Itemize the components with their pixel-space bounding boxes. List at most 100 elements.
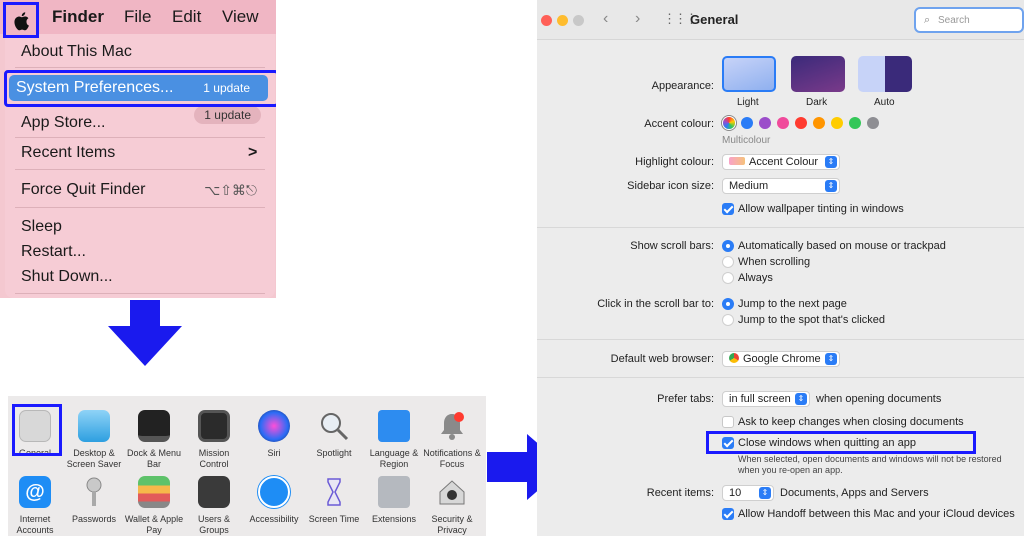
apple-menu-button[interactable]	[3, 2, 39, 38]
minimize-window-button[interactable]	[557, 15, 568, 26]
tabs-suffix: when opening documents	[816, 393, 942, 405]
pref-internet-accounts[interactable]: @ Internet Accounts	[5, 476, 65, 536]
search-field[interactable]: ⌕ Search	[914, 7, 1024, 33]
key-icon	[86, 477, 102, 506]
restart[interactable]: Restart...	[21, 243, 86, 261]
handoff-checkbox[interactable]	[722, 508, 734, 520]
pref-notifications[interactable]: Notifications & Focus	[422, 410, 482, 470]
handoff-label: Allow Handoff between this Mac and your …	[738, 508, 1015, 520]
accent-color-swatch[interactable]	[813, 117, 825, 129]
appearance-auto-label: Auto	[874, 97, 895, 108]
close-window-button[interactable]	[541, 15, 552, 26]
pref-security-privacy[interactable]: Security & Privacy	[422, 476, 482, 536]
highlight-popup[interactable]: Accent Colour ⇕	[722, 154, 840, 170]
wallpaper-tint-checkbox[interactable]	[722, 203, 734, 215]
pref-label: Mission Control	[198, 448, 230, 469]
click-next-page-label: Jump to the next page	[738, 298, 847, 310]
click-spot-radio[interactable]	[722, 314, 734, 326]
accent-multicolour-swatch[interactable]	[723, 117, 735, 129]
pref-wallet[interactable]: Wallet & Apple Pay	[124, 476, 184, 536]
menu-finder[interactable]: Finder	[52, 7, 104, 27]
prefer-tabs-value: in full screen	[729, 393, 791, 405]
spotlight-icon	[321, 413, 349, 441]
tabs-label: Prefer tabs:	[657, 393, 714, 405]
recent-items[interactable]: Recent Items	[21, 144, 115, 162]
pref-accessibility[interactable]: Accessibility	[244, 476, 304, 525]
separator	[15, 67, 265, 68]
pref-spotlight[interactable]: Spotlight	[304, 410, 364, 459]
appearance-light-label: Light	[737, 97, 759, 108]
appearance-dark-option[interactable]	[791, 56, 845, 92]
ask-keep-changes-checkbox[interactable]	[722, 416, 734, 428]
zoom-window-button[interactable]	[573, 15, 584, 26]
browser-popup[interactable]: Google Chrome ⇕	[722, 351, 840, 367]
appearance-auto-option[interactable]	[858, 56, 912, 92]
accent-color-swatch[interactable]	[741, 117, 753, 129]
sleep[interactable]: Sleep	[21, 218, 62, 236]
general-window: ‹ › ⋮⋮⋮ General ⌕ Search Appearance: Lig…	[537, 0, 1024, 536]
accent-color-swatch[interactable]	[759, 117, 771, 129]
pref-label: Users & Groups	[197, 514, 230, 535]
pref-language-region[interactable]: Language & Region	[364, 410, 424, 470]
prefer-tabs-popup[interactable]: in full screen ⇕	[722, 391, 810, 407]
pref-siri[interactable]: Siri	[244, 410, 304, 459]
apple-icon	[14, 12, 29, 31]
pref-desktop-screensaver[interactable]: Desktop & Screen Saver	[64, 410, 124, 470]
browser-value: Google Chrome	[743, 353, 821, 365]
appearance-light-option[interactable]	[722, 56, 776, 92]
popup-arrow-icon: ⇕	[825, 156, 837, 168]
users-icon	[198, 476, 230, 508]
accent-color-swatch[interactable]	[777, 117, 789, 129]
forward-icon[interactable]: ›	[635, 10, 640, 28]
popup-arrow-icon: ⇕	[759, 487, 771, 499]
search-icon: ⌕	[924, 14, 931, 26]
separator	[15, 293, 265, 294]
accent-color-swatch[interactable]	[831, 117, 843, 129]
highlight-box	[4, 70, 276, 107]
scroll-when-scrolling-radio[interactable]	[722, 256, 734, 268]
app-store[interactable]: App Store...	[21, 114, 106, 132]
menu-edit[interactable]: Edit	[172, 7, 201, 27]
shut-down[interactable]: Shut Down...	[21, 268, 113, 286]
desktop-icon	[78, 410, 110, 442]
force-quit-finder[interactable]: Force Quit Finder	[21, 181, 145, 199]
about-this-mac[interactable]: About This Mac	[21, 43, 132, 61]
pref-label: Accessibility	[249, 514, 299, 524]
accent-label: Accent colour:	[644, 118, 714, 130]
menu-bar: Finder File Edit View	[0, 0, 276, 34]
accent-color-swatch[interactable]	[849, 117, 861, 129]
scroll-always-radio[interactable]	[722, 272, 734, 284]
pref-dock-menubar[interactable]: Dock & Menu Bar	[124, 410, 184, 470]
accessibility-icon	[258, 476, 290, 508]
pref-mission-control[interactable]: Mission Control	[184, 410, 244, 470]
scroll-auto-radio[interactable]	[722, 240, 734, 252]
scroll-always-label: Always	[738, 272, 773, 284]
house-icon	[439, 480, 465, 505]
pref-screen-time[interactable]: Screen Time	[304, 476, 364, 525]
section-divider	[537, 339, 1024, 340]
pref-extensions[interactable]: Extensions	[364, 476, 424, 525]
pref-label: Dock & Menu Bar	[126, 448, 182, 469]
pref-users-groups[interactable]: Users & Groups	[184, 476, 244, 536]
scroll-auto-label: Automatically based on mouse or trackpad	[738, 240, 946, 252]
section-divider	[537, 227, 1024, 228]
accent-color-swatch[interactable]	[795, 117, 807, 129]
popup-arrow-icon: ⇕	[795, 393, 807, 405]
appearance-dark-label: Dark	[806, 97, 828, 108]
recent-items-popup[interactable]: 10 ⇕	[722, 485, 774, 501]
menu-file[interactable]: File	[124, 7, 151, 27]
pref-passwords[interactable]: Passwords	[64, 476, 124, 525]
pref-label: Extensions	[371, 514, 417, 524]
sidebar-size-popup[interactable]: Medium ⇕	[722, 178, 840, 194]
language-icon	[378, 410, 410, 442]
accent-color-swatch[interactable]	[867, 117, 879, 129]
recent-items-value: 10	[729, 487, 742, 499]
menu-view[interactable]: View	[222, 7, 259, 27]
click-next-page-radio[interactable]	[722, 298, 734, 310]
pref-label: Wallet & Apple Pay	[124, 514, 184, 535]
pref-label: Security & Privacy	[431, 514, 473, 535]
mission-control-icon	[198, 410, 230, 442]
highlight-swatch	[729, 157, 745, 165]
recent-items-suffix: Documents, Apps and Servers	[780, 487, 929, 499]
back-icon[interactable]: ‹	[603, 10, 608, 28]
